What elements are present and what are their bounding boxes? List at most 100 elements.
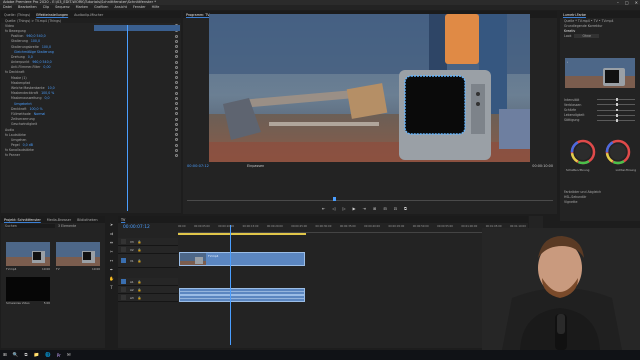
keyframe-stopwatch-icon[interactable]	[175, 76, 178, 80]
overwrite-button[interactable]: ⊟	[383, 206, 386, 211]
work-area-bar[interactable]	[178, 233, 306, 235]
source-patch-toggle[interactable]	[121, 239, 126, 244]
start-icon[interactable]: ⊞	[3, 353, 7, 358]
slip-tool-icon[interactable]: ↔	[110, 258, 113, 263]
effect-property-value[interactable]: Umgekehrt	[14, 102, 32, 106]
browser-icon[interactable]: 🌐	[45, 353, 51, 358]
timeline-clip-audio-2[interactable]	[179, 295, 305, 302]
effect-property-value[interactable]: 960,0 540,0	[26, 34, 45, 38]
keyframe-stopwatch-icon[interactable]	[175, 44, 178, 48]
look-dropdown[interactable]: Ohne	[574, 34, 599, 39]
program-timecode[interactable]: 00:00:07:12	[187, 164, 209, 168]
program-playhead[interactable]	[333, 197, 336, 201]
keyframe-stopwatch-icon[interactable]	[175, 55, 178, 59]
source-patch-toggle[interactable]	[121, 287, 126, 292]
lumetri-title[interactable]: Lumetri-Farbe	[563, 13, 586, 17]
export-frame-button[interactable]: ⊡	[394, 206, 397, 211]
program-monitor-title[interactable]: Programm: TV	[186, 13, 210, 17]
type-tool-icon[interactable]: T	[110, 285, 112, 290]
track-header-v3[interactable]: V3 🔒	[118, 238, 178, 246]
keyframe-stopwatch-icon[interactable]	[175, 86, 178, 90]
lumetri-slider-handle[interactable]	[616, 118, 618, 122]
effect-property-value[interactable]: 100,0 %	[29, 107, 42, 111]
lumetri-slider-track[interactable]	[597, 108, 635, 112]
keyframe-stopwatch-icon[interactable]	[175, 102, 178, 105]
effect-property-value[interactable]: 0,00	[43, 65, 50, 69]
keyframe-stopwatch-icon[interactable]	[175, 34, 178, 38]
ripple-edit-icon[interactable]: ⇹	[110, 240, 113, 245]
lumetri-slider-handle[interactable]	[616, 113, 618, 117]
track-header-v1[interactable]: V1 🔒	[118, 254, 178, 268]
lock-icon[interactable]: 🔒	[138, 288, 142, 292]
menu-bearbeiten[interactable]: Bearbeiten	[18, 5, 37, 10]
tab-source[interactable]: Quelle: (Things)	[4, 13, 30, 17]
tab-media-browser[interactable]: Media-Browser	[47, 218, 71, 222]
timeline-clip-audio-1[interactable]	[179, 288, 305, 295]
keyframe-stopwatch-icon[interactable]	[175, 81, 178, 85]
keyframe-stopwatch-icon[interactable]	[175, 91, 178, 95]
source-patch-toggle[interactable]	[121, 247, 126, 252]
mail-icon[interactable]: ✉	[67, 353, 71, 358]
lumetri-slider-handle[interactable]	[616, 103, 618, 107]
menu-clip[interactable]: Clip	[43, 5, 49, 10]
keyframe-stopwatch-icon[interactable]	[175, 70, 178, 74]
pen-tool-icon[interactable]: ✒	[110, 267, 113, 272]
shadow-tint-wheel[interactable]	[570, 139, 596, 165]
timeline-playhead[interactable]	[230, 225, 231, 345]
effect-property-value[interactable]: 0,0	[28, 55, 33, 59]
keyframe-stopwatch-icon[interactable]	[175, 148, 178, 152]
keyframe-stopwatch-icon[interactable]	[175, 60, 178, 64]
lumetri-slider-track[interactable]	[597, 113, 635, 117]
project-item-0[interactable]: TV.mp4 10:00	[6, 242, 50, 271]
track-select-icon[interactable]: ⇉	[110, 231, 113, 236]
step-back-button[interactable]: ◁	[332, 206, 335, 211]
compare-button[interactable]: ⧉	[404, 206, 407, 211]
menu-sequenz[interactable]: Sequenz	[55, 5, 70, 10]
keyframe-stopwatch-icon[interactable]	[175, 143, 178, 147]
lock-icon[interactable]: 🔒	[138, 259, 142, 263]
tab-sequence[interactable]: TV	[121, 218, 125, 222]
lock-icon[interactable]: 🔒	[138, 240, 142, 244]
project-item-2[interactable]: Schwarzes Video 5:00	[6, 277, 50, 305]
tab-audio-mixer[interactable]: Audioclip-Mischer	[74, 13, 103, 17]
keyframe-stopwatch-icon[interactable]	[175, 65, 178, 69]
fit-dropdown[interactable]: Einpassen	[247, 164, 264, 168]
lumetri-slider-track[interactable]	[597, 118, 635, 122]
step-forward-button[interactable]: ▷	[342, 206, 345, 211]
track-header-a2[interactable]: A2 🔒	[118, 286, 178, 294]
program-scrub-bar[interactable]	[187, 200, 553, 201]
project-search-input[interactable]: Suchen	[5, 223, 55, 228]
selection-tool-icon[interactable]: ➤	[110, 222, 113, 227]
lumetri-slider-track[interactable]	[597, 98, 635, 101]
look-preview-thumbnail[interactable]: ‹	[565, 58, 635, 88]
go-to-in-button[interactable]: ⇤	[322, 206, 325, 211]
keyframe-stopwatch-icon[interactable]	[175, 50, 178, 54]
search-icon[interactable]: 🔍	[13, 353, 19, 358]
effect-property-value[interactable]: Normal	[34, 112, 46, 116]
tab-project[interactable]: Projekt: Schnittfenster	[4, 218, 41, 222]
keyframe-stopwatch-icon[interactable]	[175, 39, 178, 43]
keyframe-stopwatch-icon[interactable]	[175, 122, 178, 126]
keyframe-stopwatch-icon[interactable]	[175, 153, 178, 157]
lock-icon[interactable]: 🔒	[138, 280, 142, 284]
timeline-timecode[interactable]: 00:00:07:12	[123, 225, 150, 230]
go-to-out-button[interactable]: ⇥	[363, 206, 366, 211]
keyframe-stopwatch-icon[interactable]	[175, 133, 178, 137]
lock-icon[interactable]: 🔒	[138, 248, 142, 252]
keyframe-stopwatch-icon[interactable]	[175, 117, 178, 121]
menu-ansicht[interactable]: Ansicht	[114, 5, 127, 10]
lumetri-slider-track[interactable]	[597, 103, 635, 107]
menu-marken[interactable]: Marken	[76, 5, 88, 10]
project-item-1[interactable]: TV 10:00	[56, 242, 100, 271]
keyframe-stopwatch-icon[interactable]	[175, 96, 178, 100]
lumetri-slider-handle[interactable]	[616, 98, 618, 101]
effect-property-value[interactable]: 0,0	[44, 96, 49, 100]
timeline-clip-video[interactable]: TV.mp4	[179, 252, 305, 266]
menu-fenster[interactable]: Fenster	[133, 5, 146, 10]
lumetri-section-vignette[interactable]: Vignette	[560, 199, 640, 204]
lock-icon[interactable]: 🔒	[138, 296, 142, 300]
explorer-icon[interactable]: 📁	[34, 353, 40, 358]
effect-property-value[interactable]: 100,0	[31, 39, 40, 43]
keyframe-stopwatch-icon[interactable]	[175, 138, 178, 142]
insert-button[interactable]: ⊞	[373, 206, 376, 211]
